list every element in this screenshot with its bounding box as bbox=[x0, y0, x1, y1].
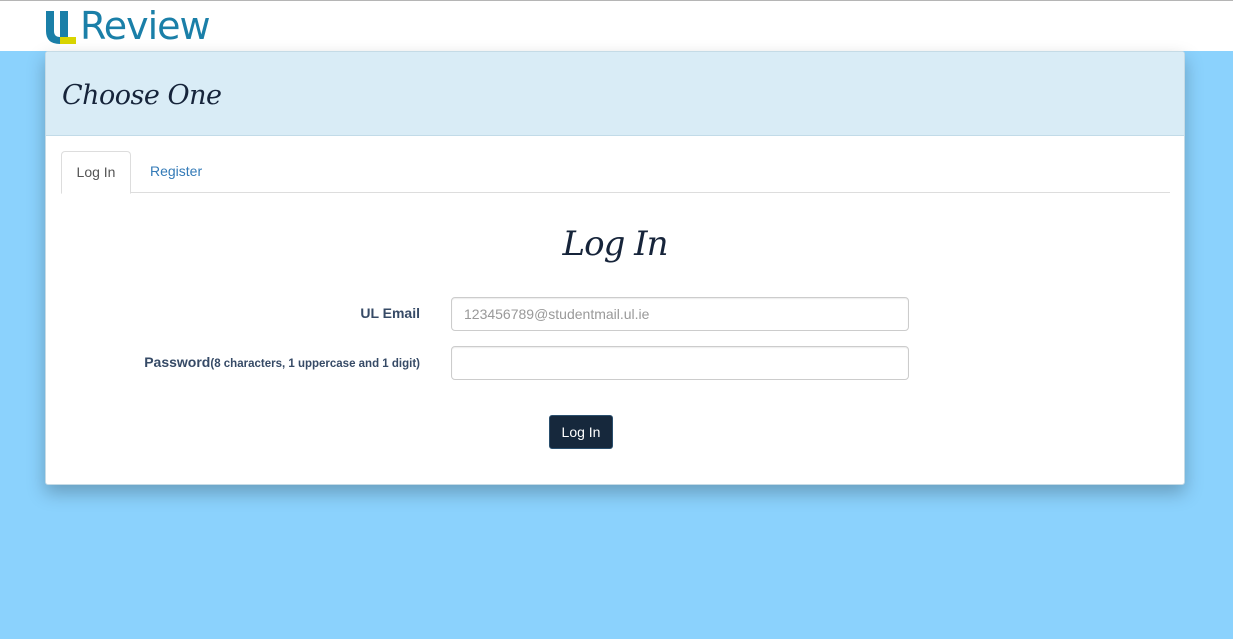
ulreview-logo[interactable]: Review bbox=[44, 4, 211, 48]
logo-text: Review bbox=[80, 4, 211, 48]
password-field[interactable] bbox=[451, 346, 909, 380]
password-hint: (8 characters, 1 uppercase and 1 digit) bbox=[210, 358, 420, 370]
email-field[interactable] bbox=[451, 297, 909, 331]
tab-register[interactable]: Register bbox=[135, 151, 217, 193]
auth-tabs: Log In Register bbox=[61, 151, 1170, 194]
ul-logo-mark-icon bbox=[46, 11, 76, 44]
password-label-text: Password bbox=[144, 354, 211, 370]
top-bar: Review bbox=[0, 0, 1233, 51]
tab-log-in[interactable]: Log In bbox=[61, 151, 131, 194]
email-label: UL Email bbox=[360, 305, 420, 321]
choose-panel: Choose One Log In Register Log In UL Ema… bbox=[45, 51, 1185, 485]
login-form-title: Log In bbox=[562, 224, 669, 264]
password-label: Password(8 characters, 1 uppercase and 1… bbox=[144, 354, 420, 370]
panel-title: Choose One bbox=[62, 80, 222, 111]
panel-heading: Choose One bbox=[46, 52, 1184, 136]
log-in-button[interactable]: Log In bbox=[549, 415, 613, 449]
